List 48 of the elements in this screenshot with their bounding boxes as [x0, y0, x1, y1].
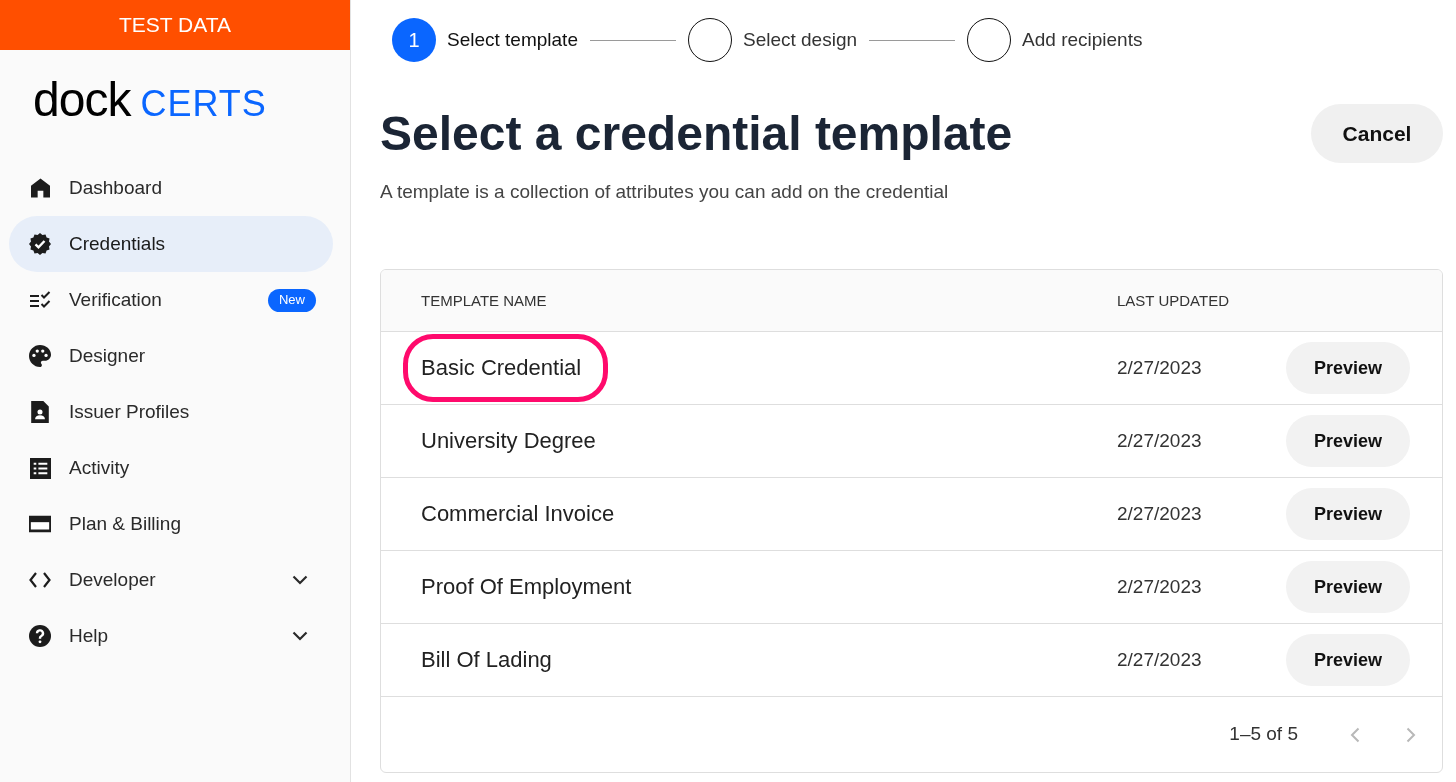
nav-item[interactable]: Designer — [9, 328, 333, 384]
preview-button[interactable]: Preview — [1286, 342, 1410, 394]
cancel-button[interactable]: Cancel — [1311, 104, 1443, 163]
nav-item[interactable]: Developer — [9, 552, 333, 608]
nav-item[interactable]: Plan & Billing — [9, 496, 333, 552]
help-icon — [29, 625, 51, 647]
step-label: Add recipients — [1022, 27, 1143, 52]
date-cell: 2/27/2023 — [1117, 502, 1202, 524]
chevron-right-icon — [1406, 726, 1416, 743]
nav-item[interactable]: Activity — [9, 440, 333, 496]
page-subtitle: A template is a collection of attributes you can add on the credential — [380, 180, 950, 204]
preview-button[interactable]: Preview — [1286, 561, 1410, 613]
chevron-left-icon — [1350, 726, 1360, 743]
nav-item[interactable]: Issuer Profiles — [9, 384, 333, 440]
step-label: Select design — [742, 27, 858, 52]
card-icon — [29, 515, 51, 533]
template-name: Commercial Invoice — [421, 501, 615, 527]
column-header: LAST UPDATED — [1117, 291, 1229, 309]
test-data-banner: TEST DATA — [0, 0, 350, 50]
date-cell: 2/27/2023 — [1117, 429, 1202, 451]
step-label: Select template — [447, 27, 578, 52]
new-badge: New — [268, 288, 316, 312]
logo-product-name: CERTS — [140, 86, 267, 122]
date-cell: 2/27/2023 — [1117, 648, 1202, 670]
pagination-range: 1–5 of 5 — [1229, 722, 1298, 747]
code-icon — [29, 572, 51, 588]
template-name: Basic Credential — [403, 334, 609, 402]
nav-item[interactable]: Credentials — [9, 216, 333, 272]
column-header: TEMPLATE NAME — [421, 291, 547, 309]
preview-button[interactable]: Preview — [1286, 415, 1410, 467]
date-cell: 2/27/2023 — [1117, 356, 1202, 378]
page-title: Select a credential template — [380, 105, 1013, 162]
home-icon — [30, 178, 50, 198]
template-name: Proof Of Employment — [421, 574, 632, 600]
profile-document-icon — [31, 401, 49, 423]
list-icon — [29, 457, 51, 479]
template-name: Bill Of Lading — [421, 647, 552, 673]
logo-wordmark: dock — [33, 76, 131, 124]
nav-item[interactable]: Verification New — [9, 272, 333, 328]
template-name: University Degree — [421, 428, 596, 454]
date-cell: 2/27/2023 — [1117, 575, 1202, 597]
seal-check-icon — [29, 233, 51, 255]
palette-icon — [29, 345, 51, 367]
preview-button[interactable]: Preview — [1286, 634, 1410, 686]
preview-button[interactable]: Preview — [1286, 488, 1410, 540]
list-check-icon — [29, 291, 51, 309]
nav-item[interactable]: Help — [9, 608, 333, 664]
nav-item[interactable]: Dashboard — [9, 160, 333, 216]
